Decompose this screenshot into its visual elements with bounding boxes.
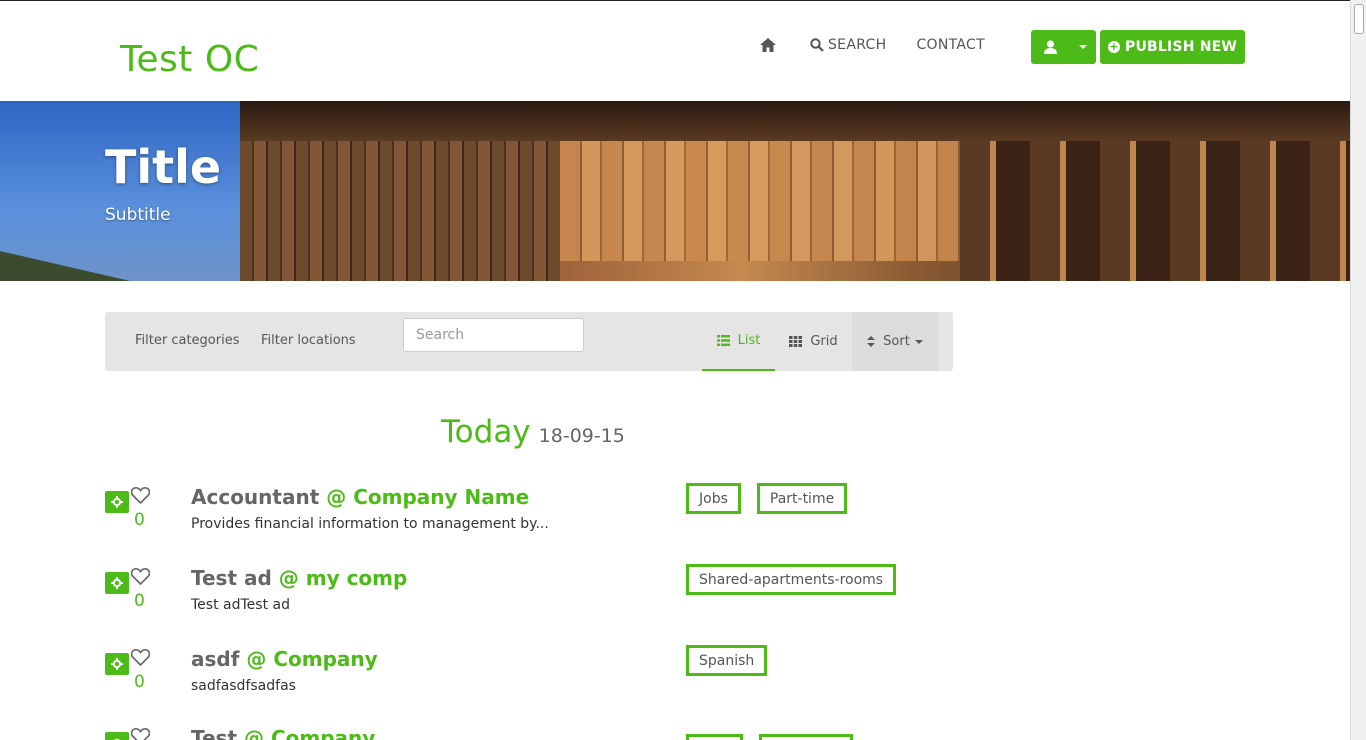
date-heading-label: Today bbox=[441, 414, 531, 450]
search-input[interactable] bbox=[403, 318, 584, 352]
like-count: 0 bbox=[134, 672, 145, 692]
ad-description: Provides financial information to manage… bbox=[191, 516, 549, 532]
heart-icon[interactable] bbox=[131, 728, 150, 740]
plus-circle-icon: + bbox=[1107, 40, 1120, 53]
ad-title: asdf bbox=[191, 647, 240, 671]
site-header: Test OC SEARCH CONTACT + PUBLISH NEW bbox=[0, 1, 1350, 101]
settings-button[interactable] bbox=[105, 732, 129, 740]
ad-title-link[interactable]: asdf @ Company bbox=[191, 647, 378, 671]
ad-title-link[interactable]: Test @ Company bbox=[191, 726, 375, 740]
hero-subtitle: Subtitle bbox=[105, 205, 171, 225]
date-heading-date: 18-09-15 bbox=[538, 425, 625, 447]
user-icon bbox=[1043, 40, 1057, 54]
grid-icon bbox=[789, 336, 803, 347]
heart-icon[interactable] bbox=[131, 487, 150, 504]
sort-icon bbox=[867, 336, 876, 347]
tag-list: Jobs Part-time bbox=[686, 483, 863, 514]
ad-company: @ Company bbox=[246, 647, 378, 671]
settings-button[interactable] bbox=[105, 491, 129, 513]
search-icon bbox=[810, 38, 824, 52]
tag[interactable] bbox=[686, 734, 743, 740]
ad-description: sadfasdfsadfas bbox=[191, 678, 296, 694]
settings-button[interactable] bbox=[105, 572, 129, 594]
hero-title: Title bbox=[105, 140, 222, 194]
list-icon bbox=[716, 335, 730, 346]
tag-list bbox=[686, 734, 869, 740]
listing-item: 0 Test ad @ my comp Test adTest ad Share… bbox=[105, 564, 965, 624]
user-dropdown-toggle[interactable] bbox=[1069, 30, 1096, 64]
nav-contact-label: CONTACT bbox=[916, 37, 985, 53]
hero-right-wall bbox=[960, 141, 1350, 281]
publish-new-button[interactable]: + PUBLISH NEW bbox=[1100, 30, 1245, 64]
nav-home[interactable] bbox=[760, 38, 780, 52]
listing-item: 0 Accountant @ Company Name Provides fin… bbox=[105, 483, 965, 543]
filter-bar: Filter categories Filter locations List … bbox=[105, 312, 953, 371]
home-icon bbox=[760, 38, 776, 52]
list-view-label: List bbox=[737, 333, 761, 348]
tag[interactable]: Jobs bbox=[686, 483, 741, 514]
ad-title: Test ad bbox=[191, 566, 272, 590]
caret-down-icon bbox=[914, 339, 923, 344]
gear-icon bbox=[111, 658, 123, 670]
ad-company: @ my comp bbox=[278, 566, 408, 590]
hero-hill bbox=[0, 251, 260, 281]
nav-contact[interactable]: CONTACT bbox=[916, 37, 985, 53]
nav-search-label: SEARCH bbox=[828, 37, 887, 53]
filter-locations[interactable]: Filter locations bbox=[261, 333, 356, 348]
tag-list: Spanish bbox=[686, 645, 783, 676]
site-logo[interactable]: Test OC bbox=[120, 39, 259, 80]
like-count: 0 bbox=[134, 510, 145, 530]
tag[interactable] bbox=[759, 734, 853, 740]
sort-label: Sort bbox=[883, 334, 910, 349]
gear-icon bbox=[111, 577, 123, 589]
listing-item: Test @ Company bbox=[105, 724, 965, 740]
heart-icon[interactable] bbox=[131, 568, 150, 585]
tag[interactable]: Part-time bbox=[756, 483, 848, 514]
ad-title: Accountant bbox=[191, 485, 320, 509]
user-menu-button[interactable] bbox=[1031, 30, 1096, 64]
filter-categories[interactable]: Filter categories bbox=[135, 333, 239, 348]
hero-wall bbox=[240, 141, 560, 281]
ad-company: @ Company Name bbox=[326, 485, 530, 509]
grid-view-label: Grid bbox=[810, 334, 838, 349]
date-heading: Today 18-09-15 bbox=[441, 414, 625, 450]
ad-title: Test bbox=[191, 726, 238, 740]
caret-down-icon bbox=[1078, 45, 1087, 49]
publish-new-label: PUBLISH NEW bbox=[1124, 39, 1238, 55]
sort-dropdown[interactable]: Sort bbox=[852, 312, 938, 371]
tag-list: Shared-apartments-rooms bbox=[686, 564, 912, 595]
like-count: 0 bbox=[134, 591, 145, 611]
scrollbar-thumb[interactable] bbox=[1354, 4, 1364, 34]
heart-icon[interactable] bbox=[131, 649, 150, 666]
grid-view-button[interactable]: Grid bbox=[775, 312, 852, 371]
settings-button[interactable] bbox=[105, 653, 129, 675]
ad-title-link[interactable]: Accountant @ Company Name bbox=[191, 485, 529, 509]
list-view-button[interactable]: List bbox=[702, 312, 775, 371]
ad-description: Test adTest ad bbox=[191, 597, 290, 613]
main-nav: SEARCH CONTACT bbox=[760, 37, 1015, 53]
tag[interactable]: Shared-apartments-rooms bbox=[686, 564, 897, 595]
gear-icon bbox=[111, 496, 123, 508]
nav-search[interactable]: SEARCH bbox=[810, 37, 886, 53]
listing-item: 0 asdf @ Company sadfasdfsadfas Spanish bbox=[105, 645, 965, 705]
ad-title-link[interactable]: Test ad @ my comp bbox=[191, 566, 407, 590]
hero-roof bbox=[240, 101, 1350, 141]
vertical-scrollbar[interactable] bbox=[1350, 0, 1366, 740]
user-button[interactable] bbox=[1031, 30, 1069, 64]
ad-company: @ Company bbox=[243, 726, 376, 740]
hero-balcony bbox=[560, 141, 960, 261]
tag[interactable]: Spanish bbox=[686, 645, 768, 676]
